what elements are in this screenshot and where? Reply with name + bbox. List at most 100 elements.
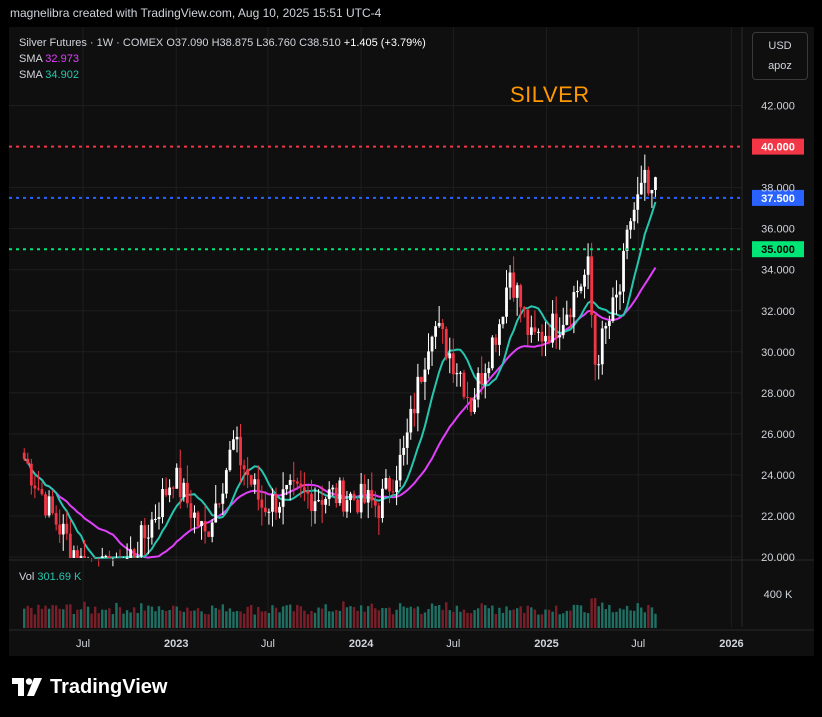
candle-body xyxy=(544,335,547,342)
candle-body xyxy=(572,292,576,318)
candle-body xyxy=(132,549,136,558)
volume-bar xyxy=(62,609,65,628)
candle-body xyxy=(320,500,324,505)
candle-body xyxy=(547,335,551,343)
candle-body xyxy=(51,496,55,514)
candle-body xyxy=(139,525,143,557)
volume-bar xyxy=(540,614,544,628)
volume-bar xyxy=(374,608,377,628)
candle-body xyxy=(263,507,267,513)
candle-body xyxy=(427,351,430,370)
candle-body xyxy=(416,376,420,414)
volume-bar xyxy=(257,606,260,628)
candle-body xyxy=(430,336,434,352)
close-value: 38.510 xyxy=(307,37,341,49)
price-level-label: 35.000 xyxy=(761,244,795,256)
sma-slow-legend[interactable]: SMA 32.973 xyxy=(19,53,79,65)
candle-body xyxy=(221,493,225,504)
tradingview-brand[interactable]: TradingView xyxy=(12,674,167,700)
sma-fast-legend[interactable]: SMA 34.902 xyxy=(19,69,79,81)
volume-bar xyxy=(654,613,657,628)
volume-bar xyxy=(650,607,654,628)
candle-body xyxy=(377,505,381,519)
volume-bar xyxy=(590,598,593,628)
volume-bar xyxy=(523,612,526,628)
volume-bar xyxy=(597,606,600,628)
volume-bar xyxy=(395,609,398,628)
volume-bar xyxy=(253,614,256,628)
candle-body xyxy=(444,328,448,359)
volume-bar xyxy=(554,605,558,628)
sma-fast-label: SMA xyxy=(19,69,43,81)
candle-body xyxy=(636,194,640,210)
price-chart[interactable]: 40.000 37.500 35.000 20.000 22.000 24.000 26.… xyxy=(9,27,814,656)
volume-bar xyxy=(398,603,402,628)
volume-legend[interactable]: Vol 301.69 K xyxy=(19,571,81,583)
volume-bar xyxy=(76,609,79,628)
volume-value: 301.69 K xyxy=(37,571,82,583)
candle-body xyxy=(487,368,491,374)
candle-body xyxy=(40,489,44,495)
candle-body xyxy=(395,480,398,493)
volume-bar xyxy=(519,606,522,628)
volume-bar xyxy=(264,611,267,628)
volume-bar xyxy=(459,611,462,628)
volume-bar xyxy=(328,611,331,628)
price-levels: 40.000 37.500 35.000 xyxy=(9,138,804,258)
price-tick-label: 38.000 xyxy=(761,183,795,195)
low-value: 36.760 xyxy=(262,37,297,49)
chart-panel[interactable]: 40.000 37.500 35.000 20.000 22.000 24.000 26.… xyxy=(9,27,814,656)
price-tick-label: 42.000 xyxy=(761,101,795,113)
candle-body xyxy=(551,313,555,343)
volume-label: Vol xyxy=(19,571,35,583)
candle-body xyxy=(278,506,281,513)
price-level-label: 40.000 xyxy=(761,142,795,154)
candle-body xyxy=(125,557,129,559)
volume-bar xyxy=(565,610,569,628)
candle-body xyxy=(388,478,391,492)
candle-body xyxy=(338,480,342,504)
candle-body xyxy=(54,513,58,525)
volume-bar xyxy=(267,613,271,628)
candle-body xyxy=(519,285,523,308)
volume-bar xyxy=(356,610,359,628)
candle-body xyxy=(349,493,352,501)
close-label: C xyxy=(299,37,308,49)
candle-body xyxy=(412,408,416,414)
volume-bar xyxy=(23,608,26,628)
volume-bar xyxy=(448,610,451,628)
volume-bar xyxy=(615,611,618,628)
volume-bar xyxy=(281,606,285,628)
candle-body xyxy=(246,469,250,476)
symbol-label: Silver Futures · 1W · COMEX xyxy=(19,37,164,49)
volume-bar xyxy=(115,602,118,628)
volume-bar xyxy=(608,604,611,628)
volume-bar xyxy=(111,614,115,628)
price-level-label: 37.500 xyxy=(761,193,795,205)
volume-bar xyxy=(622,609,625,628)
ohlc-legend[interactable]: Silver Futures · 1W · COMEX O37.090 H38.… xyxy=(19,37,426,49)
volume-bar xyxy=(384,608,388,628)
volume-bar xyxy=(104,609,107,628)
volume-bar xyxy=(51,605,54,628)
volume-bar xyxy=(508,610,512,628)
candle-body xyxy=(476,373,480,400)
candle-body xyxy=(22,452,26,459)
volume-bar xyxy=(647,604,650,628)
volume-bar xyxy=(164,611,168,628)
candle-body xyxy=(473,399,477,412)
volume-bar xyxy=(406,607,409,628)
volume-bar xyxy=(441,609,444,628)
sma-fast-value: 34.902 xyxy=(45,69,79,81)
volume-bar xyxy=(72,613,76,628)
volume-bar xyxy=(636,603,639,628)
volume-bar xyxy=(154,611,157,628)
candle-body xyxy=(441,322,445,329)
candle-body xyxy=(274,493,278,513)
volume-bar xyxy=(161,609,164,628)
volume-bar xyxy=(491,605,494,628)
price-tick-label: 32.000 xyxy=(761,306,795,318)
candle-body xyxy=(200,521,203,527)
sma-slow-label: SMA xyxy=(19,53,43,65)
currency-unit-button[interactable]: USD apoz xyxy=(752,32,808,80)
